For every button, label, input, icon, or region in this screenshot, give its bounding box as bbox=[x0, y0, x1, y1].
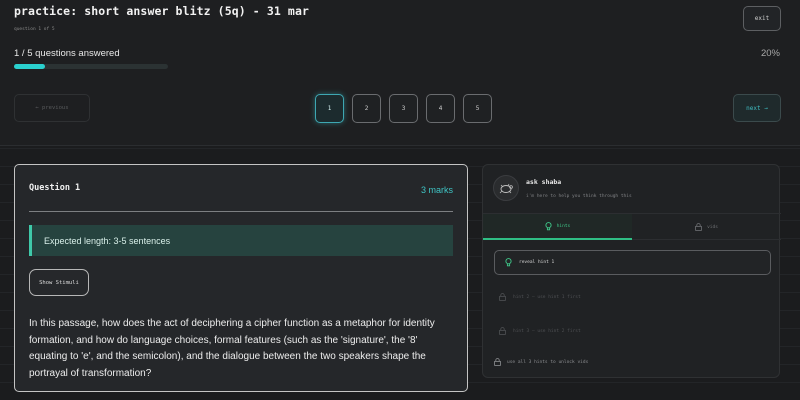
top-bar: practice: short answer blitz (5q) - 31 m… bbox=[0, 0, 800, 145]
show-stimuli-button[interactable]: Show Stimuli bbox=[29, 269, 89, 296]
question-nav-4[interactable]: 4 bbox=[426, 94, 455, 123]
tab-hints[interactable]: hints bbox=[483, 214, 632, 240]
locked-hint-2: hint 2 — use hint 1 first bbox=[499, 293, 581, 301]
chat-tabs: hints vids bbox=[483, 213, 781, 240]
unlock-vids-label: use all 3 hints to unlock vids bbox=[507, 359, 589, 365]
question-title: Question 1 bbox=[29, 183, 81, 193]
progress-label: 1 / 5 questions answered bbox=[14, 48, 120, 59]
tab-vids[interactable]: vids bbox=[632, 214, 781, 240]
progress-bar bbox=[14, 64, 168, 69]
question-nav-3[interactable]: 3 bbox=[389, 94, 418, 123]
avatar bbox=[493, 175, 519, 201]
question-nav-5[interactable]: 5 bbox=[463, 94, 492, 123]
reveal-hint-label: reveal hint 1 bbox=[519, 260, 555, 265]
tab-vids-label: vids bbox=[707, 224, 718, 230]
question-card: Question 1 3 marks Expected length: 3-5 … bbox=[14, 164, 468, 392]
exit-button[interactable]: exit bbox=[743, 6, 781, 31]
lightbulb-icon bbox=[545, 221, 552, 230]
lock-icon bbox=[499, 293, 506, 301]
progress-fill bbox=[14, 64, 45, 69]
unlock-vids-note: use all 3 hints to unlock vids bbox=[494, 358, 588, 366]
expected-length-callout: Expected length: 3-5 sentences bbox=[29, 225, 453, 256]
question-nav-2[interactable]: 2 bbox=[352, 94, 381, 123]
lock-icon bbox=[695, 223, 702, 231]
locked-hint-label: hint 2 — use hint 1 first bbox=[513, 294, 581, 300]
question-text: In this passage, how does the act of dec… bbox=[29, 318, 435, 379]
locked-hint-label: hint 3 — use hint 2 first bbox=[513, 328, 581, 334]
sea-turtle-icon bbox=[499, 183, 513, 194]
chat-panel: ask shaba i'm here to help you think thr… bbox=[482, 164, 781, 378]
locked-hint-3: hint 3 — use hint 2 first bbox=[499, 327, 581, 335]
question-counter: question 1 of 5 bbox=[14, 27, 55, 32]
assistant-subtitle: i'm here to help you think through this bbox=[526, 194, 632, 199]
marks-label: 3 marks bbox=[420, 185, 453, 195]
question-nav: 1 2 3 4 5 bbox=[0, 94, 800, 124]
question-divider bbox=[29, 211, 453, 212]
reveal-hint-button[interactable]: reveal hint 1 bbox=[494, 250, 771, 275]
lightbulb-icon bbox=[505, 258, 512, 267]
question-nav-1[interactable]: 1 bbox=[315, 94, 344, 123]
next-button[interactable]: next → bbox=[733, 94, 781, 122]
assistant-name: ask shaba bbox=[526, 178, 562, 186]
tab-hints-label: hints bbox=[556, 223, 571, 229]
lock-icon bbox=[494, 358, 501, 366]
page-title: practice: short answer blitz (5q) - 31 m… bbox=[14, 4, 309, 18]
lock-icon bbox=[499, 327, 506, 335]
progress-percent: 20% bbox=[760, 48, 780, 59]
